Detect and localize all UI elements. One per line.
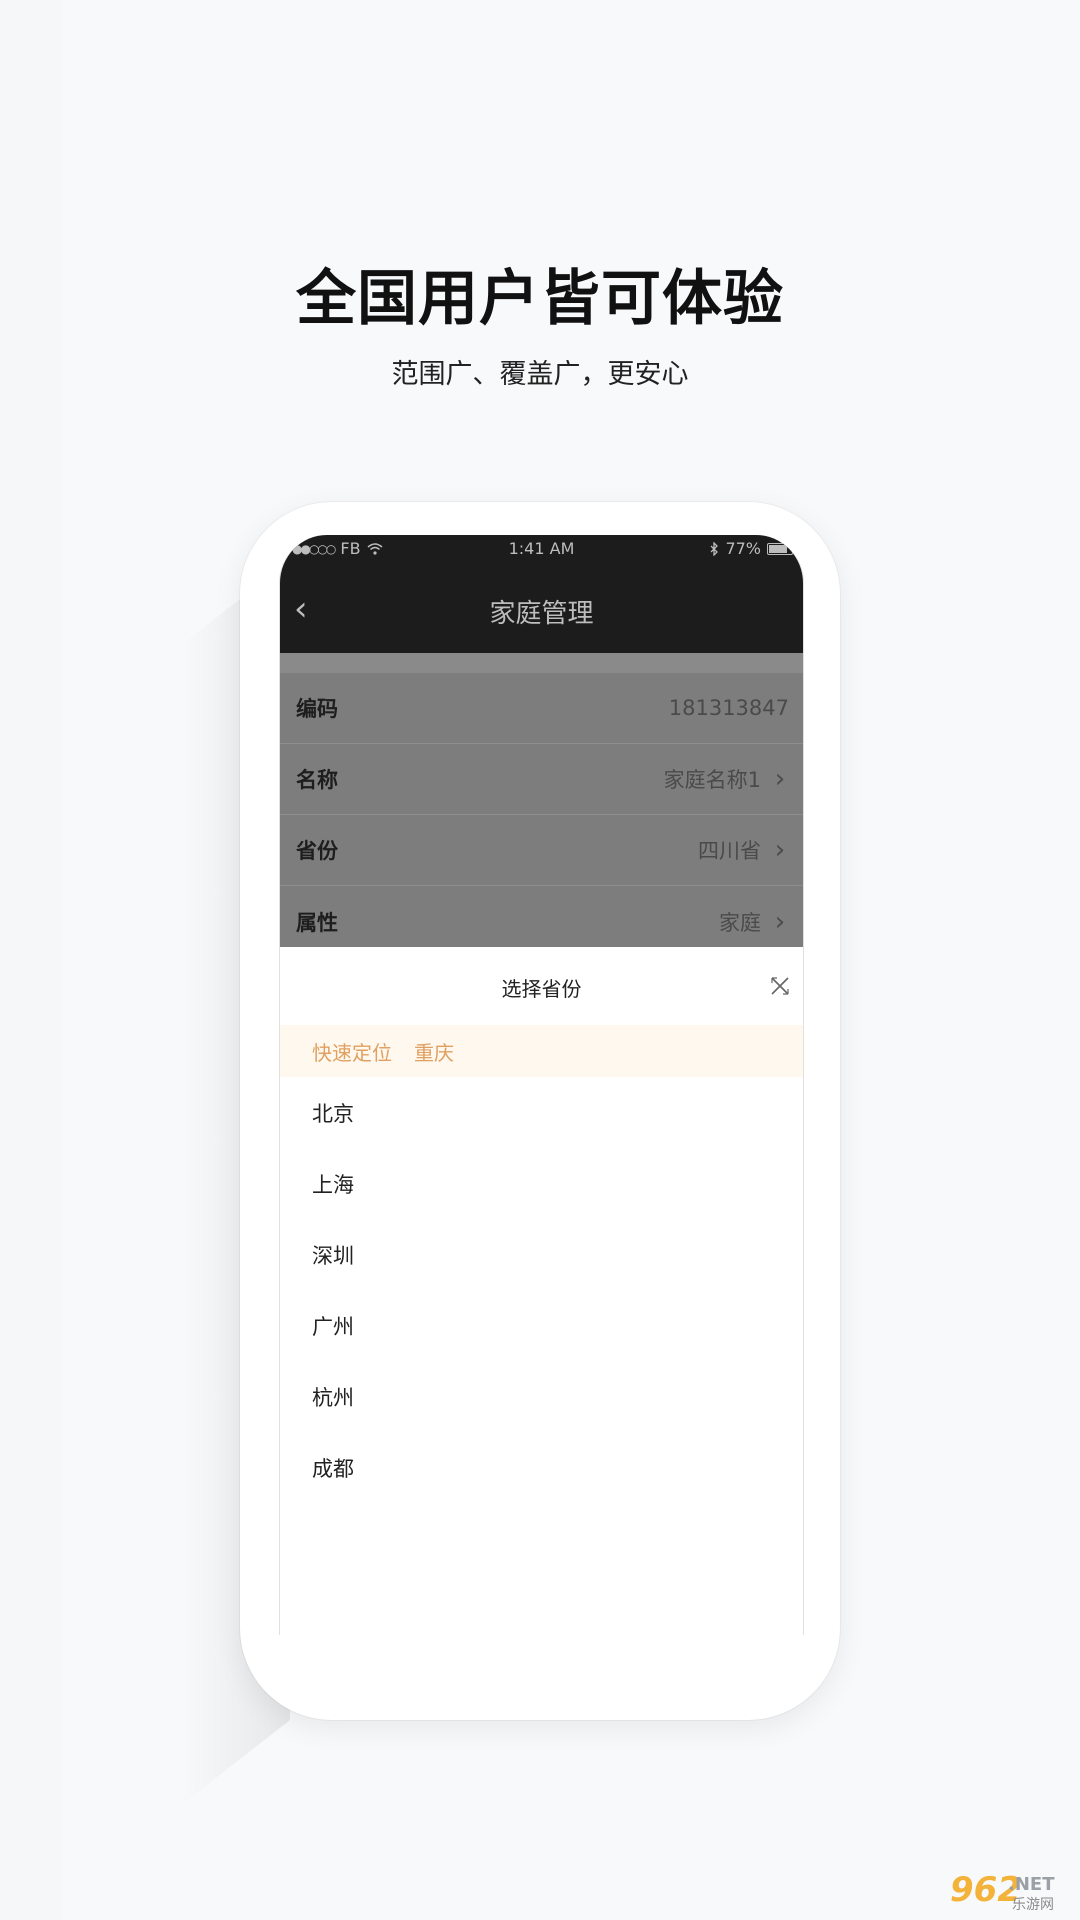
city-item[interactable]: 成都 (280, 1432, 803, 1503)
city-item[interactable]: 杭州 (280, 1361, 803, 1432)
row-label: 编码 (296, 697, 338, 721)
row-label: 省份 (296, 839, 338, 863)
sheet-header: 选择省份 (280, 947, 803, 1025)
chevron-right-icon: › (774, 764, 786, 794)
nav-title: 家庭管理 (489, 599, 594, 629)
battery-icon (767, 542, 793, 555)
status-right: 77% (709, 539, 793, 558)
form-row-name[interactable]: 名称 家庭名称1 › (280, 744, 803, 815)
close-icon[interactable] (769, 975, 791, 997)
form-spacer (280, 653, 803, 673)
row-label: 名称 (296, 768, 338, 792)
promo-headline: 全国用户皆可体验 (296, 264, 784, 334)
row-label: 属性 (296, 910, 338, 935)
city-item[interactable]: 北京 (280, 1077, 803, 1148)
row-value: 家庭 (719, 910, 761, 935)
form-row-code: 编码 181313847 (280, 673, 803, 744)
chevron-right-icon: › (774, 835, 786, 865)
nav-bar: ‹ 家庭管理 (280, 565, 803, 653)
dimmed-form: 编码 181313847 名称 家庭名称1 › 省份 四川省 › 属性 家庭 › (280, 653, 803, 947)
row-value: 181313847 (668, 696, 789, 720)
city-item[interactable]: 上海 (280, 1148, 803, 1219)
province-picker-sheet: 选择省份 快速定位 重庆 北京 上海 深圳 广州 杭州 成都 (280, 947, 803, 1635)
form-row-province[interactable]: 省份 四川省 › (280, 815, 803, 886)
bluetooth-icon (710, 541, 719, 556)
status-bar: ●●○○○ FB 1:41 AM 77% (280, 535, 803, 565)
quick-locate-bar[interactable]: 快速定位 重庆 (280, 1025, 803, 1077)
city-item[interactable]: 广州 (280, 1290, 803, 1361)
row-value: 四川省 (698, 839, 761, 863)
watermark-cn: 乐游网 (1012, 1897, 1054, 1913)
chevron-right-icon: › (774, 906, 786, 937)
city-item[interactable]: 深圳 (280, 1219, 803, 1290)
watermark-net: .NET (1008, 1874, 1055, 1895)
promo-subline: 范围广、覆盖广，更安心 (391, 359, 689, 390)
phone-screen: ●●○○○ FB 1:41 AM 77% ‹ 家庭管理 编码 181313847 (279, 535, 804, 1635)
row-value: 家庭名称1 (663, 768, 761, 792)
sheet-title: 选择省份 (501, 977, 582, 1001)
battery-percent: 77% (725, 539, 761, 558)
watermark-logo: 962 .NET 乐游网 (942, 1870, 1074, 1914)
quick-locate-label: 快速定位 (312, 1040, 392, 1065)
quick-locate-city[interactable]: 重庆 (414, 1037, 454, 1066)
